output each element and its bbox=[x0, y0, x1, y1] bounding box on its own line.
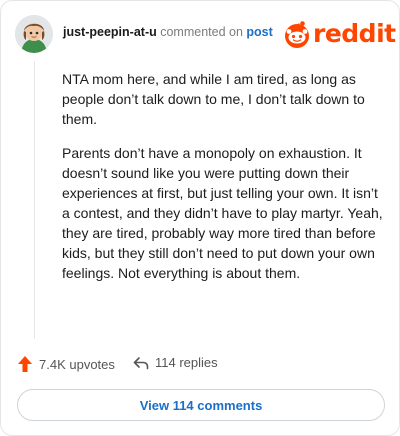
avatar-illustration bbox=[15, 15, 53, 53]
reddit-wordmark: reddit bbox=[313, 19, 396, 48]
replies-button[interactable]: 114 replies bbox=[133, 355, 218, 370]
thread-line bbox=[34, 61, 35, 339]
reddit-logo[interactable]: reddit bbox=[283, 17, 396, 51]
avatar[interactable] bbox=[15, 15, 53, 53]
comment-header: just-peepin-at-u commented on post reddi… bbox=[15, 15, 396, 55]
post-link[interactable]: post bbox=[246, 25, 272, 39]
comment-paragraph: Parents don’t have a monopoly on exhaust… bbox=[62, 145, 383, 281]
comment-card: just-peepin-at-u commented on post reddi… bbox=[0, 0, 400, 436]
upvote-button[interactable]: 7.4K upvotes bbox=[17, 355, 115, 373]
replies-count: 114 replies bbox=[155, 355, 218, 370]
reply-arrow-icon bbox=[133, 356, 149, 369]
comment-body: NTA mom here, and while I am tired, as l… bbox=[62, 69, 386, 297]
upvote-count: 7.4K upvotes bbox=[39, 356, 115, 372]
view-comments-button[interactable]: View 114 comments bbox=[17, 389, 385, 421]
username-link[interactable]: just-peepin-at-u bbox=[63, 25, 157, 39]
comment-paragraph: NTA mom here, and while I am tired, as l… bbox=[62, 71, 365, 127]
attribution-text: commented on bbox=[160, 25, 243, 39]
reddit-snoo-icon bbox=[285, 21, 309, 48]
comment-attribution: just-peepin-at-u commented on post bbox=[63, 25, 273, 39]
comment-actions: 7.4K upvotes 114 replies bbox=[17, 355, 387, 375]
upvote-arrow-icon bbox=[18, 356, 32, 372]
